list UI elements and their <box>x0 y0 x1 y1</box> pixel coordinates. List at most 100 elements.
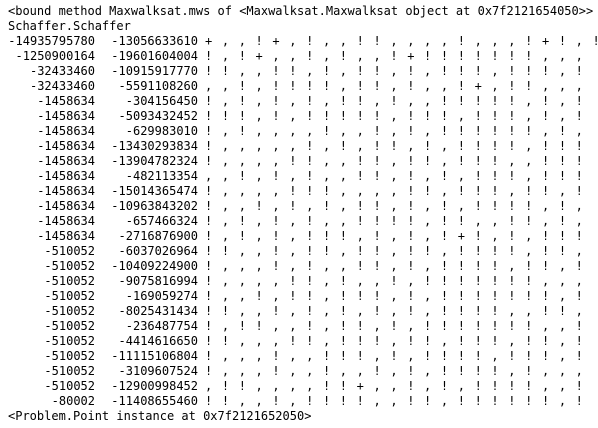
progress-marks: ! ! , , ! , ! , ! , ! , ! , ! ! ! ! , , … <box>205 304 585 318</box>
output-row: -510052 -3109607524 ! , , , ! , , ! , , ! … <box>8 364 598 379</box>
score-value: -1458634 <box>37 199 95 213</box>
score-value: -14935795780 <box>8 34 95 48</box>
score-value: -80002 <box>51 394 95 408</box>
energy-value: -13056633610 <box>111 34 198 48</box>
progress-marks: ! , , , , , ! , ! , ! ! , ! , ! ! ! ! , … <box>205 139 585 153</box>
score-value: -510052 <box>44 304 95 318</box>
bound-method-line: <bound method Maxwalksat.mws of <Maxwalk… <box>8 4 594 18</box>
output-row: -510052 -11115106804 ! , , , ! , , ! ! ! ,… <box>8 349 598 364</box>
energy-value: -10915917770 <box>111 64 198 78</box>
output-row: -1458634 -2716876900 ! , ! , ! , ! ! ! , !… <box>8 229 598 244</box>
output-row: -1458634 -13430293834 ! , , , , , ! , ! , … <box>8 139 598 154</box>
energy-value: -12900998452 <box>111 379 198 393</box>
progress-marks: ! , , , , ! ! , ! , , ! , ! ! ! ! ! ! ! … <box>205 274 585 288</box>
score-value: -510052 <box>44 349 95 363</box>
progress-marks: ! ! , , ! , ! ! ! ! , , ! ! , ! ! ! ! ! … <box>205 394 585 408</box>
output-row: -1458634 -629983010 ! , ! , , , , ! , , ! … <box>8 124 598 139</box>
output-row: -1458634 -5093432452 ! ! ! , ! , ! ! ! ! !… <box>8 109 598 124</box>
output-row: -510052 -236487754 ! , ! ! , , ! , ! ! , !… <box>8 319 598 334</box>
terminal-output: <bound method Maxwalksat.mws of <Maxwalk… <box>8 4 598 424</box>
energy-value: -10963843202 <box>111 199 198 213</box>
energy-value: -657466324 <box>125 214 198 228</box>
score-value: -1458634 <box>37 124 95 138</box>
score-value: -1458634 <box>37 154 95 168</box>
energy-value: -13904782324 <box>111 154 198 168</box>
progress-marks: + , , ! + , ! , , ! ! , , , , ! , , , ! … <box>205 34 598 48</box>
score-value: -1250900164 <box>15 49 95 63</box>
output-row: -510052 -8025431434 ! ! , , ! , ! , ! , ! … <box>8 304 598 319</box>
energy-value: -236487754 <box>125 319 198 333</box>
energy-value: -19601604004 <box>111 49 198 63</box>
energy-value: -2716876900 <box>118 229 198 243</box>
score-value: -510052 <box>44 274 95 288</box>
energy-value: -4414616650 <box>118 334 198 348</box>
progress-marks: , ! ! , , , , ! ! + , , ! , ! , ! ! ! ! … <box>205 379 585 393</box>
output-row: -1458634 -482113354 , , ! , ! , ! , , ! ! … <box>8 169 598 184</box>
score-value: -510052 <box>44 364 95 378</box>
output-row: -510052 -4414616650 ! ! , , , ! ! , ! ! ! … <box>8 334 598 349</box>
energy-value: -304156450 <box>125 94 198 108</box>
energy-value: -6037026964 <box>118 244 198 258</box>
progress-marks: ! ! , , ! ! , ! , ! ! , ! , ! ! ! , ! ! … <box>205 64 585 78</box>
energy-value: -15014365474 <box>111 184 198 198</box>
output-row: -1458634 -304156450 ! , ! , ! , ! , ! ! , … <box>8 94 598 109</box>
energy-value: -9075816994 <box>118 274 198 288</box>
output-row: -80002 -11408655460 ! ! , , ! , ! ! ! ! , … <box>8 394 598 409</box>
score-value: -1458634 <box>37 109 95 123</box>
score-value: -510052 <box>44 244 95 258</box>
output-row: -1458634 -657466324 ! , ! , ! , ! , , ! ! … <box>8 214 598 229</box>
energy-value: -3109607524 <box>118 364 198 378</box>
progress-marks: ! , , ! , ! ! , ! ! ! , ! , ! ! ! ! ! ! … <box>205 289 585 303</box>
energy-value: -169059274 <box>125 289 198 303</box>
score-value: -1458634 <box>37 94 95 108</box>
output-row: -510052 -12900998452 , ! ! , , , , ! ! + ,… <box>8 379 598 394</box>
progress-marks: ! , ! , ! , ! , ! ! , ! , , ! ! ! ! ! , … <box>205 94 585 108</box>
output-row: -1458634 -15014365474 ! , , , , ! ! ! , , … <box>8 184 598 199</box>
progress-marks: ! , ! , , , , ! , , ! , ! , ! ! ! ! ! ! … <box>205 124 585 138</box>
score-value: -1458634 <box>37 169 95 183</box>
energy-value: -482113354 <box>125 169 198 183</box>
progress-marks: ! , , , ! , ! , , ! ! , ! , ! ! ! ! , ! … <box>205 259 585 273</box>
energy-value: -5591108260 <box>118 79 198 93</box>
score-value: -510052 <box>44 259 95 273</box>
output-row: -32433460 -10915917770 ! ! , , ! ! , ! , !… <box>8 64 598 79</box>
score-value: -1458634 <box>37 139 95 153</box>
energy-value: -8025431434 <box>118 304 198 318</box>
progress-marks: , , ! , ! ! ! ! , ! ! , ! , , ! + , ! ! … <box>205 79 585 93</box>
output-row: -510052 -9075816994 ! , , , , ! ! , ! , , … <box>8 274 598 289</box>
progress-marks: ! , ! , ! , ! ! ! , ! , ! , ! + ! , ! , … <box>205 229 585 243</box>
score-value: -1458634 <box>37 184 95 198</box>
score-value: -510052 <box>44 289 95 303</box>
energy-value: -10409224900 <box>111 259 198 273</box>
output-row: -1250900164 -19601604004 ! , ! + , , ! , !… <box>8 49 598 64</box>
output-row: -510052 -10409224900 ! , , , ! , ! , , ! !… <box>8 259 598 274</box>
output-row: -14935795780 -13056633610 + , , ! + , ! , … <box>8 34 598 49</box>
progress-marks: ! , , , , ! ! ! , , , , ! ! , ! ! ! , ! … <box>205 184 585 198</box>
score-value: -32433460 <box>29 64 95 78</box>
progress-marks: ! ! , , , ! ! , ! ! ! , ! ! , ! ! ! , ! … <box>205 334 585 348</box>
progress-marks: ! ! ! , ! , ! ! ! ! ! , ! ! ! , ! ! ! , … <box>205 109 585 123</box>
energy-value: -11408655460 <box>111 394 198 408</box>
progress-marks: ! ! , , ! , ! ! , ! ! , ! ! , ! ! ! ! , … <box>205 244 585 258</box>
score-value: -32433460 <box>29 79 95 93</box>
output-row: -32433460 -5591108260 , , ! , ! ! ! ! , ! … <box>8 79 598 94</box>
progress-marks: ! , ! ! , , ! , ! ! , ! , ! ! ! ! ! ! ! … <box>205 319 585 333</box>
progress-marks: , , ! , ! , ! , , ! ! , ! , ! , ! ! ! , … <box>205 169 585 183</box>
problem-name-line: Schaffer.Schaffer <box>8 19 131 33</box>
output-row: -510052 -6037026964 ! ! , , ! , ! ! , ! ! … <box>8 244 598 259</box>
score-value: -510052 <box>44 379 95 393</box>
progress-marks: ! , , ! , ! , ! , ! ! , ! , ! , ! ! ! ! … <box>205 199 585 213</box>
progress-marks: ! , ! , ! , ! , , ! ! ! ! , ! ! , , ! ! … <box>205 214 585 228</box>
score-value: -1458634 <box>37 214 95 228</box>
progress-marks: ! , ! + , , ! , ! , , ! + ! ! ! ! ! ! ! … <box>205 49 585 63</box>
score-value: -1458634 <box>37 229 95 243</box>
score-value: -510052 <box>44 334 95 348</box>
output-row: -1458634 -13904782324 ! , , , , ! ! , , ! … <box>8 154 598 169</box>
progress-marks: ! , , , ! , , ! , , ! , ! , ! ! ! ! , ! … <box>205 364 585 378</box>
score-value: -510052 <box>44 319 95 333</box>
output-row: -510052 -169059274 ! , , ! , ! ! , ! ! ! ,… <box>8 289 598 304</box>
progress-marks: ! , , , ! , , ! ! ! , ! , ! ! ! ! , ! ! … <box>205 349 585 363</box>
energy-value: -13430293834 <box>111 139 198 153</box>
energy-value: -5093432452 <box>118 109 198 123</box>
score-rows: -14935795780 -13056633610 + , , ! + , ! , … <box>8 34 598 409</box>
